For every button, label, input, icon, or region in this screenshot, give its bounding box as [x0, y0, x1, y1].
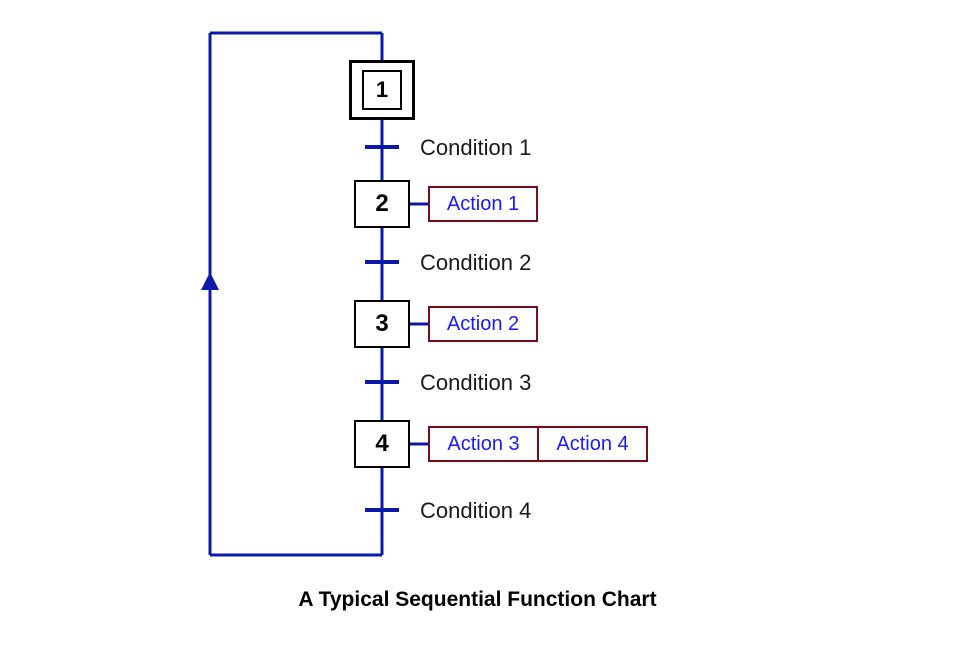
- condition-4-label: Condition 4: [420, 498, 531, 524]
- sfc-diagram: 1 2 3 4 Action 1 Action 2 Action 3 Actio…: [0, 0, 955, 645]
- step-2: 2: [354, 180, 410, 228]
- step-1-initial: 1: [349, 60, 415, 120]
- caption: A Typical Sequential Function Chart: [0, 588, 955, 612]
- step-4-label: 4: [375, 430, 388, 458]
- condition-2-label: Condition 2: [420, 250, 531, 276]
- action-box-2: Action 2: [428, 306, 538, 342]
- action-box-3-4: Action 3 Action 4: [428, 426, 648, 462]
- condition-1-label: Condition 1: [420, 135, 531, 161]
- step-1-label: 1: [362, 70, 402, 110]
- step-2-label: 2: [375, 190, 388, 218]
- action-3-label: Action 3: [430, 428, 537, 460]
- step-3-label: 3: [375, 310, 388, 338]
- step-4: 4: [354, 420, 410, 468]
- condition-3-label: Condition 3: [420, 370, 531, 396]
- step-3: 3: [354, 300, 410, 348]
- action-box-1: Action 1: [428, 186, 538, 222]
- action-2-label: Action 2: [447, 313, 519, 336]
- action-1-label: Action 1: [447, 193, 519, 216]
- action-4-label: Action 4: [539, 428, 646, 460]
